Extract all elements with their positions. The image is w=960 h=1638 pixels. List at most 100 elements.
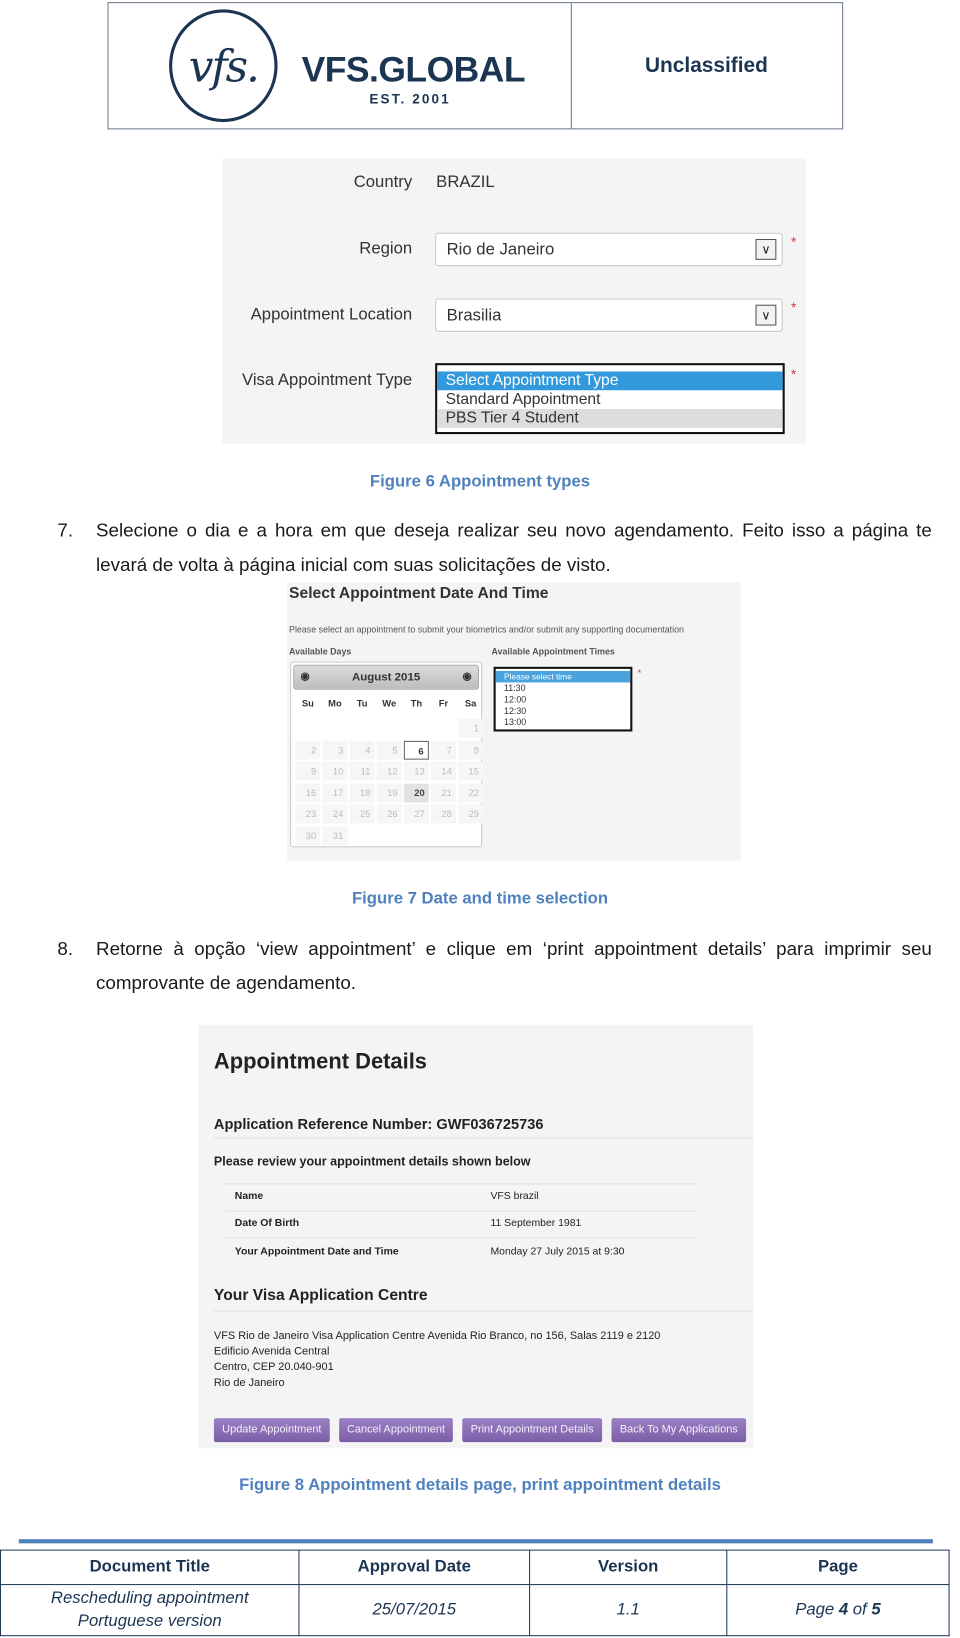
instruction-text: Please select an appointment to submit y… xyxy=(289,624,684,635)
figure-6-screenshot: Country BRAZIL Region Rio de Janeiro ∨ * … xyxy=(222,158,806,444)
calendar-day: 18 xyxy=(349,783,375,802)
print-appointment-details-button[interactable]: Print Appointment Details xyxy=(462,1418,603,1443)
calendar-day: 1 xyxy=(458,718,484,738)
country-value: BRAZIL xyxy=(436,173,495,191)
classification: Unclassified xyxy=(644,53,768,77)
option-pbs-tier4[interactable]: PBS Tier 4 Student xyxy=(437,409,783,428)
page-current: 4 xyxy=(838,1600,849,1619)
step-number: 8. xyxy=(57,938,74,959)
calendar-day: 24 xyxy=(322,804,348,824)
weekday-header: We xyxy=(382,698,397,709)
chevron-down-icon[interactable]: ∨ xyxy=(755,304,777,326)
page-number: Page 4 of 5 xyxy=(726,1584,950,1637)
time-option[interactable]: Please select time xyxy=(495,670,631,683)
header-approval-date: Approval Date xyxy=(298,1549,531,1586)
reference-number: Application Reference Number: GWF0367257… xyxy=(213,1115,544,1133)
figure-7-screenshot: Select Appointment Date And Time Please … xyxy=(286,582,741,861)
calendar-day: 12 xyxy=(376,761,402,781)
time-option[interactable]: 13:00 xyxy=(496,717,631,728)
times-listbox[interactable]: Please select time 11:30 12:00 12:30 13:… xyxy=(493,666,633,732)
option-select-type[interactable]: Select Appointment Type xyxy=(437,371,783,391)
figure-8-screenshot: Appointment Details Application Referenc… xyxy=(198,1024,754,1449)
time-option[interactable]: 12:00 xyxy=(496,694,631,705)
cancel-appointment-button[interactable]: Cancel Appointment xyxy=(339,1418,453,1443)
weekday-header: Mo xyxy=(328,698,342,709)
vfs-logo: vfs. xyxy=(169,9,278,123)
calendar-day: 21 xyxy=(430,783,457,802)
calendar: ◉ August 2015 ◉ Su Mo Tu We Th Fr Sa 1 2 3 4 5 6 7 8 9 1… xyxy=(290,661,484,848)
weekday-header: Fr xyxy=(438,698,449,709)
region-select[interactable]: Rio de Janeiro ∨ xyxy=(435,232,783,267)
footer-table: Document Title Approval Date Version Pag… xyxy=(0,1549,950,1637)
prev-month-icon[interactable]: ◉ xyxy=(301,666,310,689)
calendar-day: 31 xyxy=(322,825,348,845)
next-month-icon[interactable]: ◉ xyxy=(463,666,472,689)
title-line: Rescheduling appointment xyxy=(50,1589,249,1607)
address-line: Centro, CEP 20.040-901 xyxy=(213,1360,334,1374)
calendar-day: 3 xyxy=(322,740,348,760)
region-label: Region xyxy=(359,240,413,258)
step-number: 7. xyxy=(57,519,74,541)
calendar-day: 4 xyxy=(349,740,375,760)
address-line: Edificio Avenida Central xyxy=(213,1345,330,1358)
divider xyxy=(224,1183,698,1185)
calendar-day: 13 xyxy=(403,761,429,781)
calendar-day: 27 xyxy=(403,804,429,824)
calendar-day: 5 xyxy=(376,740,402,760)
time-option[interactable]: 11:30 xyxy=(496,682,631,693)
header-version: Version xyxy=(529,1549,728,1586)
update-appointment-button[interactable]: Update Appointment xyxy=(213,1418,330,1443)
dob-value: 11 September 1981 xyxy=(490,1217,582,1230)
weekday-header: Sa xyxy=(464,698,477,709)
figure-6-caption: Figure 6 Appointment types xyxy=(369,472,591,491)
calendar-day: 30 xyxy=(295,825,321,845)
required-mark: * xyxy=(790,299,797,316)
page-prefix: Page xyxy=(795,1600,839,1619)
header-page: Page xyxy=(726,1549,950,1586)
visa-type-listbox[interactable]: Select Appointment Type Standard Appoint… xyxy=(435,363,785,435)
location-value: Brasilia xyxy=(446,306,502,325)
time-option[interactable]: 12:30 xyxy=(496,705,631,716)
region-value: Rio de Janeiro xyxy=(446,241,555,259)
logo-mark: vfs. xyxy=(188,40,260,92)
chevron-down-icon[interactable]: ∨ xyxy=(755,238,777,260)
name-value: VFS brazil xyxy=(490,1190,539,1203)
centre-address: VFS Rio de Janeiro Visa Application Cent… xyxy=(214,1328,660,1391)
footer-rule xyxy=(18,1539,933,1544)
version: 1.1 xyxy=(529,1584,728,1637)
document-header: vfs. VFS.GLOBAL EST. 2001 Unclassified xyxy=(107,2,844,130)
weekday-header: Th xyxy=(410,698,423,709)
page-of: of xyxy=(848,1600,872,1619)
review-text: Please review your appointment details s… xyxy=(213,1154,531,1169)
calendar-day: 15 xyxy=(458,761,484,781)
logo-name: VFS.GLOBAL xyxy=(301,50,526,90)
divider xyxy=(213,1310,754,1312)
page-total: 5 xyxy=(871,1600,881,1619)
header-document-title: Document Title xyxy=(0,1549,300,1586)
weekday-header: Tu xyxy=(356,698,368,709)
date-time-title: Select Appointment Date And Time xyxy=(289,584,549,603)
calendar-day: 28 xyxy=(430,804,457,824)
step-8: 8. Retorne à opção ‘view appointment’ e … xyxy=(57,932,931,1001)
step-text: Retorne à opção ‘view appointment’ e cli… xyxy=(96,938,932,994)
divider xyxy=(224,1237,698,1239)
calendar-day[interactable]: 6 xyxy=(403,740,429,760)
calendar-day: 11 xyxy=(349,761,375,781)
calendar-day[interactable]: 20 xyxy=(403,783,429,802)
location-select[interactable]: Brasilia ∨ xyxy=(435,298,783,332)
step-7: 7. Selecione o dia e a hora em que desej… xyxy=(57,513,931,582)
back-to-applications-button[interactable]: Back To My Applications xyxy=(611,1418,747,1443)
calendar-day: 19 xyxy=(376,783,402,802)
divider xyxy=(224,1210,698,1212)
figure-8-caption: Figure 8 Appointment details page, print… xyxy=(239,1476,721,1495)
visa-type-label: Visa Appointment Type xyxy=(242,371,413,390)
option-standard[interactable]: Standard Appointment xyxy=(437,390,782,409)
document-title: Rescheduling appointment Portuguese versi… xyxy=(0,1584,300,1637)
required-mark: * xyxy=(790,233,797,250)
available-times-label: Available Appointment Times xyxy=(491,645,615,657)
calendar-header: ◉ August 2015 ◉ xyxy=(293,664,479,690)
dob-label: Date Of Birth xyxy=(234,1217,300,1230)
calendar-day: 25 xyxy=(349,804,375,824)
logo-est: EST. 2001 xyxy=(369,90,451,107)
approval-date: 25/07/2015 xyxy=(298,1584,531,1637)
